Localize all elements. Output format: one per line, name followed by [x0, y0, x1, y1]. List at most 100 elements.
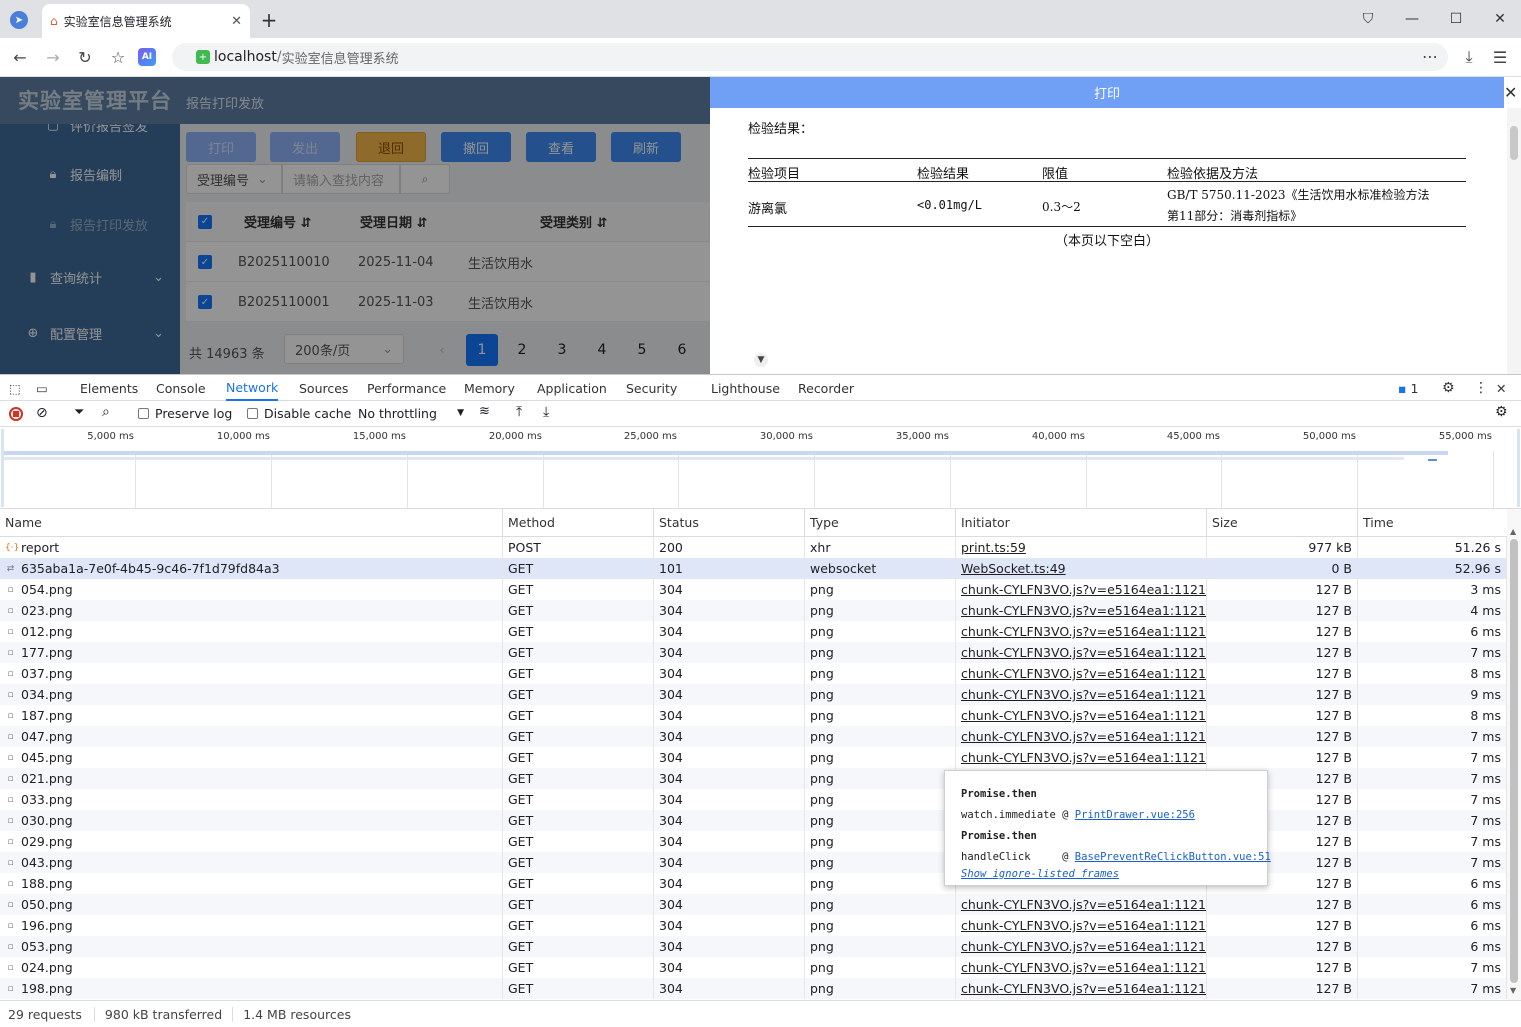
request-row[interactable]: ▫ 043.png GET 304 png 127 B 7 ms — [0, 852, 1507, 873]
request-row[interactable]: ▫ 047.png GET 304 png chunk-CYLFN3VO.js?v=e51… — [0, 726, 1507, 747]
request-row[interactable]: ▫ 033.png GET 304 png 127 B 7 ms — [0, 789, 1507, 810]
inspect-element-icon[interactable]: ⬚ — [9, 375, 21, 401]
request-initiator[interactable]: chunk-CYLFN3VO.js?v=e5164ea1:11210 — [961, 708, 1206, 723]
request-row[interactable]: ▫ 177.png GET 304 png chunk-CYLFN3VO.js?v=e51… — [0, 642, 1507, 663]
close-devtools-icon[interactable]: ✕ — [1496, 375, 1506, 401]
request-row[interactable]: ▫ 188.png GET 304 png 127 B 6 ms — [0, 873, 1507, 894]
scroll-thumb[interactable] — [1510, 539, 1518, 983]
request-initiator[interactable]: chunk-CYLFN3VO.js?v=e5164ea1:11210 — [961, 960, 1206, 975]
column-header-status[interactable]: Status — [654, 509, 805, 536]
tab-recorder[interactable]: Recorder — [798, 375, 854, 401]
request-row[interactable]: ▫ 187.png GET 304 png chunk-CYLFN3VO.js?v=e51… — [0, 705, 1507, 726]
tab-memory[interactable]: Memory — [464, 375, 515, 401]
overview-left-handle[interactable] — [1, 429, 4, 507]
request-initiator[interactable]: chunk-CYLFN3VO.js?v=e5164ea1:11210 — [961, 603, 1206, 618]
request-initiator[interactable]: chunk-CYLFN3VO.js?v=e5164ea1:11210 — [961, 918, 1206, 933]
tab-console[interactable]: Console — [156, 375, 206, 401]
request-row[interactable]: ▫ 034.png GET 304 png chunk-CYLFN3VO.js?v=e51… — [0, 684, 1507, 705]
scroll-up-icon[interactable]: ▲ — [1510, 527, 1516, 536]
column-header-size[interactable]: Size — [1207, 509, 1358, 536]
browser-tab[interactable]: ⌂ 实验室信息管理系统 ✕ — [42, 4, 250, 38]
new-tab-button[interactable]: + — [258, 8, 280, 32]
overview-right-handle[interactable] — [1517, 429, 1520, 507]
tab-sources[interactable]: Sources — [299, 375, 348, 401]
reload-icon[interactable]: ↻ — [74, 46, 96, 68]
tab-performance[interactable]: Performance — [367, 375, 446, 401]
stack-link-button[interactable]: BasePreventReClickButton.vue:51 — [1075, 851, 1271, 863]
tab-lighthouse[interactable]: Lighthouse — [711, 375, 780, 401]
request-row[interactable]: {·} report POST 200 xhr print.ts:59 977 kB 51.2… — [0, 537, 1507, 558]
device-toolbar-icon[interactable]: ▭ — [36, 375, 48, 401]
more-vertical-icon[interactable]: ⋮ — [1474, 375, 1488, 401]
drawer-scrollbar[interactable] — [1507, 108, 1521, 374]
close-tab-icon[interactable]: ✕ — [231, 14, 242, 29]
settings-gear-icon[interactable]: ⚙ — [1442, 375, 1455, 401]
column-header-type[interactable]: Type — [805, 509, 956, 536]
preserve-log-checkbox[interactable]: Preserve log — [138, 406, 232, 421]
request-initiator[interactable]: chunk-CYLFN3VO.js?v=e5164ea1:11210 — [961, 666, 1206, 681]
clear-icon[interactable]: ⊘ — [36, 405, 48, 421]
request-initiator[interactable]: chunk-CYLFN3VO.js?v=e5164ea1:11210 — [961, 687, 1206, 702]
request-row[interactable]: ▫ 050.png GET 304 png chunk-CYLFN3VO.js?v=e51… — [0, 894, 1507, 915]
ai-icon[interactable]: AI — [138, 48, 156, 66]
import-har-icon[interactable]: ⤒ — [516, 404, 522, 420]
close-drawer-icon[interactable]: ✕ — [1504, 83, 1517, 102]
column-header-initiator[interactable]: Initiator — [956, 509, 1207, 536]
column-header-name[interactable]: Name — [0, 509, 503, 536]
network-settings-icon[interactable]: ⚙ — [1495, 404, 1508, 420]
request-row[interactable]: ▫ 024.png GET 304 png chunk-CYLFN3VO.js?v=e51… — [0, 957, 1507, 978]
tab-application[interactable]: Application — [537, 375, 607, 401]
request-initiator[interactable]: chunk-CYLFN3VO.js?v=e5164ea1:11210 — [961, 750, 1206, 765]
menu-icon[interactable]: ☰ — [1489, 46, 1511, 68]
request-initiator[interactable]: WebSocket.ts:49 — [961, 561, 1066, 576]
show-ignored-frames-link[interactable]: Show ignore-listed frames — [961, 868, 1119, 880]
close-window-button[interactable]: ✕ — [1478, 0, 1521, 38]
request-row[interactable]: ▫ 053.png GET 304 png chunk-CYLFN3VO.js?v=e51… — [0, 936, 1507, 957]
request-initiator[interactable]: chunk-CYLFN3VO.js?v=e5164ea1:11210 — [961, 939, 1206, 954]
browser-logo-icon[interactable]: ➤ — [10, 11, 28, 29]
network-conditions-icon[interactable]: ≋ — [479, 404, 490, 419]
request-row[interactable]: ▫ 021.png GET 304 png 127 B 7 ms — [0, 768, 1507, 789]
filter-icon[interactable]: ⏷ — [74, 405, 84, 420]
column-header-method[interactable]: Method — [503, 509, 654, 536]
request-initiator[interactable]: chunk-CYLFN3VO.js?v=e5164ea1:11210 — [961, 582, 1206, 597]
modal-mask[interactable] — [0, 77, 710, 374]
tab-network[interactable]: Network — [226, 375, 279, 401]
request-initiator[interactable]: chunk-CYLFN3VO.js?v=e5164ea1:11210 — [961, 897, 1206, 912]
request-initiator[interactable]: chunk-CYLFN3VO.js?v=e5164ea1:11210 — [961, 645, 1206, 660]
downloads-icon[interactable]: ⤓ — [1458, 46, 1480, 68]
export-har-icon[interactable]: ⤓ — [543, 404, 549, 420]
request-initiator[interactable]: chunk-CYLFN3VO.js?v=e5164ea1:11210 — [961, 729, 1206, 744]
throttling-select[interactable]: No throttling ▼ — [358, 406, 464, 421]
back-icon[interactable]: ← — [9, 46, 31, 68]
issues-badge[interactable]: ▪ 1 — [1398, 375, 1418, 401]
forward-icon[interactable]: → — [42, 46, 64, 68]
request-initiator[interactable]: chunk-CYLFN3VO.js?v=e5164ea1:11210 — [961, 981, 1206, 996]
record-stop-icon[interactable] — [9, 407, 23, 421]
request-initiator[interactable]: print.ts:59 — [961, 540, 1026, 555]
stack-link-printdrawer[interactable]: PrintDrawer.vue:256 — [1075, 809, 1195, 821]
request-row[interactable]: ▫ 030.png GET 304 png 127 B 7 ms — [0, 810, 1507, 831]
request-row[interactable]: ▫ 054.png GET 304 png chunk-CYLFN3VO.js?v=e51… — [0, 579, 1507, 600]
network-overview[interactable]: 5,000 ms 10,000 ms 15,000 ms 20,000 ms 2… — [0, 427, 1521, 509]
bookmark-star-icon[interactable]: ☆ — [107, 46, 129, 68]
scroll-down-icon[interactable]: ▼ — [1510, 986, 1516, 995]
request-row[interactable]: ⇄ 635aba1a-7e0f-4b45-9c46-7f1d79fd84a3 GET… — [0, 558, 1507, 579]
more-options-icon[interactable]: ⋯ — [1422, 47, 1438, 66]
request-row[interactable]: ▫ 045.png GET 304 png chunk-CYLFN3VO.js?v=e51… — [0, 747, 1507, 768]
column-header-time[interactable]: Time — [1358, 509, 1507, 536]
request-row[interactable]: ▫ 198.png GET 304 png chunk-CYLFN3VO.js?v=e51… — [0, 978, 1507, 999]
tab-security[interactable]: Security — [626, 375, 677, 401]
request-row[interactable]: ▫ 023.png GET 304 png chunk-CYLFN3VO.js?v=e51… — [0, 600, 1507, 621]
request-table-scrollbar[interactable]: ▲ ▼ — [1507, 509, 1521, 1000]
maximize-button[interactable]: ☐ — [1434, 0, 1478, 38]
request-row[interactable]: ▫ 196.png GET 304 png chunk-CYLFN3VO.js?v=e51… — [0, 915, 1507, 936]
tab-elements[interactable]: Elements — [80, 375, 138, 401]
minimize-button[interactable]: — — [1390, 0, 1434, 38]
request-initiator[interactable]: chunk-CYLFN3VO.js?v=e5164ea1:11210 — [961, 624, 1206, 639]
collections-icon[interactable]: ⛉ — [1346, 0, 1390, 38]
request-row[interactable]: ▫ 012.png GET 304 png chunk-CYLFN3VO.js?v=e51… — [0, 621, 1507, 642]
scroll-down-icon[interactable]: ▼ — [754, 353, 768, 367]
request-row[interactable]: ▫ 029.png GET 304 png 127 B 7 ms — [0, 831, 1507, 852]
disable-cache-checkbox[interactable]: Disable cache — [247, 406, 351, 421]
